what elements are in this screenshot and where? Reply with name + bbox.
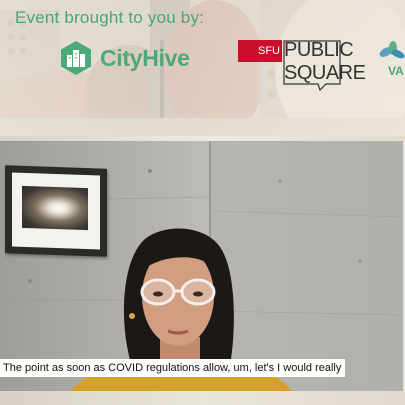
sfu-badge: SFU — [238, 40, 282, 62]
sponsor-banner: Event brought to you by: CityHive SFU PU… — [0, 0, 405, 140]
leaf-icon — [379, 41, 405, 59]
closed-caption: The point as soon as COVID regulations a… — [0, 359, 346, 377]
banner-title: Event brought to you by: — [15, 8, 205, 27]
public-text: PUBLIC — [284, 39, 354, 61]
cityhive-logo: CityHive — [58, 40, 190, 76]
speaker — [70, 228, 292, 391]
hive-hex-icon — [61, 41, 91, 75]
vancity-logo: VA — [376, 40, 405, 84]
cityhive-wordmark: CityHive — [100, 44, 190, 71]
vancity-text: VA — [388, 64, 404, 78]
bottom-strip — [0, 391, 405, 405]
sfu-public-square-logo: SFU PUBLIC SQUARE — [238, 39, 366, 92]
square-text: SQUARE — [284, 62, 366, 84]
video-feed: The point as soon as COVID regulations a… — [0, 141, 403, 391]
